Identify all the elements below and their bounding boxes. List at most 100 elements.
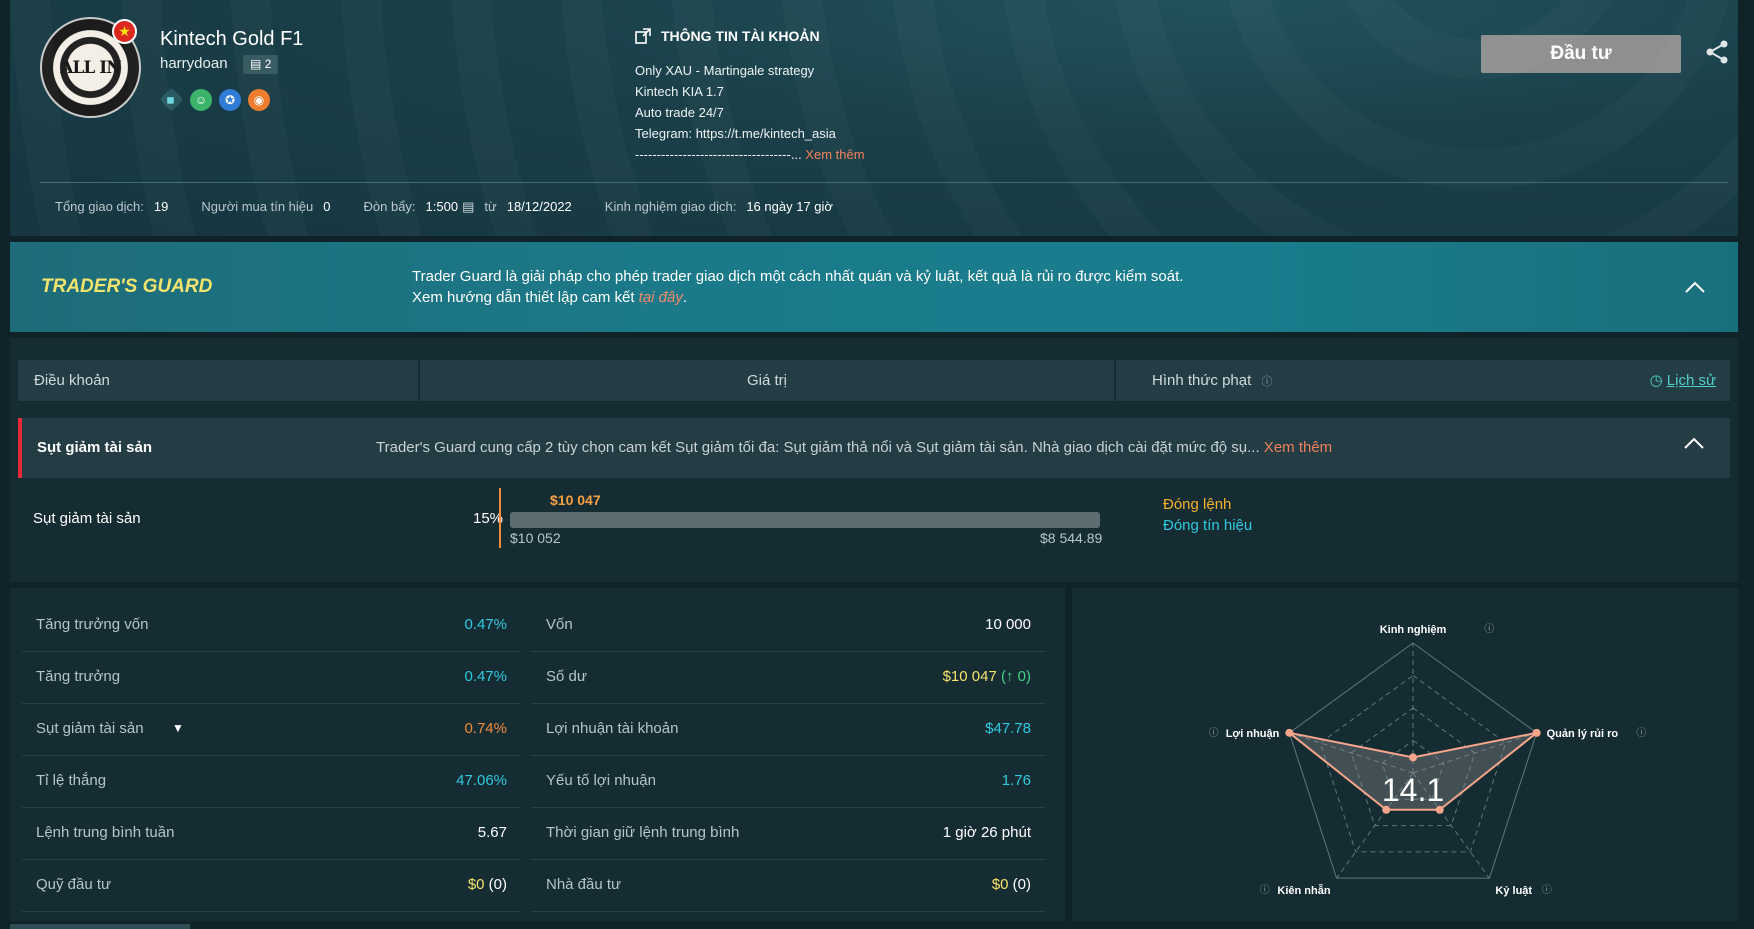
metric-value: 0.47% [464,668,507,685]
profile-header: ALL IN ★ Kintech Gold F1 harrydoan ▤ 2 ◆… [10,0,1738,236]
signal-icon[interactable]: ◉ [248,89,270,111]
clock-icon: ◷ [1649,372,1663,389]
metric-value: 1 giờ 26 phút [943,824,1031,841]
leverage-value: 1:500 [425,199,459,214]
drawdown-marker-line [499,488,501,548]
metric-row: Quỹ đầu tư $0 (0) [22,860,521,912]
metric-label: Tăng trưởng vốn [36,616,149,633]
metric-label: Vốn [546,616,573,633]
metric-value: 1.76 [1002,772,1031,789]
history-link[interactable]: ◷ Lịch sử [1650,360,1716,401]
metric-label: Tỉ lệ thắng [36,772,107,789]
info-icon: ⓘ [1209,727,1219,739]
metric-value: $0 (0) [468,876,507,893]
radar-score: 14.1 [1382,772,1444,808]
metric-label: Yếu tố lợi nhuận [546,772,656,789]
metric-value: $0 (0) [992,876,1031,893]
account-line: ------------------------------------... … [635,144,865,165]
metrics-left-column: Tăng trưởng vốn 0.47% Tăng trưởng 0.47% Sụt … [22,600,521,912]
metric-value-extra: (↑ 0) [996,668,1031,685]
robot-icon[interactable]: ☺ [190,89,212,111]
drawdown-progress-bar [510,512,1100,528]
metric-value: 5.67 [478,824,507,841]
radar-axis-label: Kinh nghiệm [1380,624,1447,636]
drawdown-description-text: Trader's Guard cung cấp 2 tùy chọn cam k… [376,439,1260,456]
traders-guard-title: TRADER'S GUARD [41,276,213,297]
metric-row: Yếu tố lợi nhuận 1.76 [532,756,1045,808]
total-trades-value: 19 [153,199,169,214]
diamond-icon[interactable]: ◆ [159,87,184,112]
leverage-doc-icon[interactable]: ▤ [462,199,474,215]
metric-row: Lợi nhuận tài khoản $47.78 [532,704,1045,756]
metric-value-main: 5.67 [477,824,507,841]
metric-label: Lệnh trung bình tuần [36,824,175,841]
metric-label: Lợi nhuận tài khoản [546,720,679,737]
metric-row: Số dư $10 047 (↑ 0) [532,652,1045,704]
metric-value-main: 1 giờ 26 phút [942,824,1031,841]
current-equity-value: $10 047 [550,492,601,508]
metric-label: Số dư [546,668,587,685]
drawdown-value-row: Sụt giảm tài sản 15% $10 047 $10 052 $8 … [18,484,1730,564]
caret-down-icon[interactable]: ▼ [172,721,184,735]
account-info-icon [635,28,651,44]
metric-value: 0.47% [464,616,507,633]
experience-value: 16 ngày 17 giờ [746,199,833,214]
collapse-chevron-up-icon[interactable] [1684,280,1706,294]
guard-line-1: Trader Guard là giải pháp cho phép trade… [412,268,1184,285]
page: ALL IN ★ Kintech Gold F1 harrydoan ▤ 2 ◆… [0,0,1754,929]
drawdown-section-header[interactable]: Sụt giảm tài sản Trader's Guard cung cấp… [18,418,1730,478]
traders-guard-description: Trader Guard là giải pháp cho phép trade… [412,266,1183,308]
total-trades-label: Tổng giao dịch: [55,199,144,214]
see-more-link[interactable]: Xem thêm [802,147,864,162]
metric-value: 10 000 [985,616,1031,633]
guide-link[interactable]: tại đây [639,289,683,306]
metric-label: Thời gian giữ lệnh trung bình [546,824,740,841]
radar-chart: Kinh nghiệm ⓘ Quản lý rủi ro ⓘ Kỷ luật ⓘ Kiên … [1209,623,1647,897]
invest-button[interactable]: Đầu tư [1481,35,1681,73]
metric-label: Tăng trưởng [36,668,121,685]
column-term: Điều khoản [18,360,420,401]
radar-chart-panel: Kinh nghiệm ⓘ Quản lý rủi ro ⓘ Kỷ luật ⓘ Kiên … [1072,588,1738,921]
metric-row: Tăng trưởng 0.47% [22,652,521,704]
account-line: Only XAU - Martingale strategy [635,63,815,78]
metric-row: Tăng trưởng vốn 0.47% [22,600,521,652]
metric-value: $47.78 [985,720,1031,737]
metric-value: 0.74% [464,720,507,737]
metric-value-main: 0.74% [464,720,507,737]
trader-name: Kintech Gold F1 [160,28,304,50]
radar-data-point [1532,728,1541,737]
radar-axis-label: Kỷ luật [1495,885,1532,897]
vietnam-flag-icon: ★ [112,19,137,44]
stats-bar: Tổng giao dịch: 19 Người mua tín hiệu 0 … [55,199,866,215]
info-icon[interactable]: ⓘ [1261,376,1272,388]
metric-row: Vốn 10 000 [532,600,1045,652]
collapse-chevron-up-icon[interactable] [1683,436,1705,450]
scrollbar-thumb[interactable] [10,924,190,929]
metric-value-extra: (0) [1008,876,1031,893]
guard-line-2: Xem hướng dẫn thiết lập cam kết tại đây. [412,287,1183,308]
info-icon: ⓘ [1260,884,1270,896]
avatar-text: ALL IN [60,57,122,78]
medal-icon[interactable]: ✪ [219,89,241,111]
drawdown-row-label: Sụt giảm tài sản [33,510,141,527]
see-more-link[interactable]: Xem thêm [1260,439,1332,456]
metric-label: Sụt giảm tài sản [36,720,144,737]
share-icon[interactable] [1703,38,1731,66]
column-value: Giá trị [420,360,1116,401]
penalty-close-orders: Đóng lệnh [1163,496,1232,513]
account-line: Auto trade 24/7 [635,105,724,120]
terms-panel: Điều khoản Giá trị Hình thức phạt ⓘ ◷ Lịc… [10,338,1738,582]
dash-line: ------------------------------------... [635,147,802,162]
limit-equity-value: $8 544.89 [1040,530,1103,546]
metric-value-main: 47.06% [456,772,507,789]
metric-row: Sụt giảm tài sản ▼ 0.74% [22,704,521,756]
since-value: 18/12/2022 [506,199,572,214]
metric-row: Thời gian giữ lệnh trung bình 1 giờ 26 ph… [532,808,1045,860]
buyers-label: Người mua tín hiệu [201,199,314,214]
follower-badge[interactable]: ▤ 2 [243,55,279,74]
radar-axis-label: Lợi nhuận [1226,728,1280,740]
user-card-icon: ▤ [250,57,262,71]
guard-line-2-text: Xem hướng dẫn thiết lập cam kết [412,289,639,306]
experience-label: Kinh nghiệm giao dịch: [604,199,737,214]
metric-value-main: $0 [467,876,485,893]
